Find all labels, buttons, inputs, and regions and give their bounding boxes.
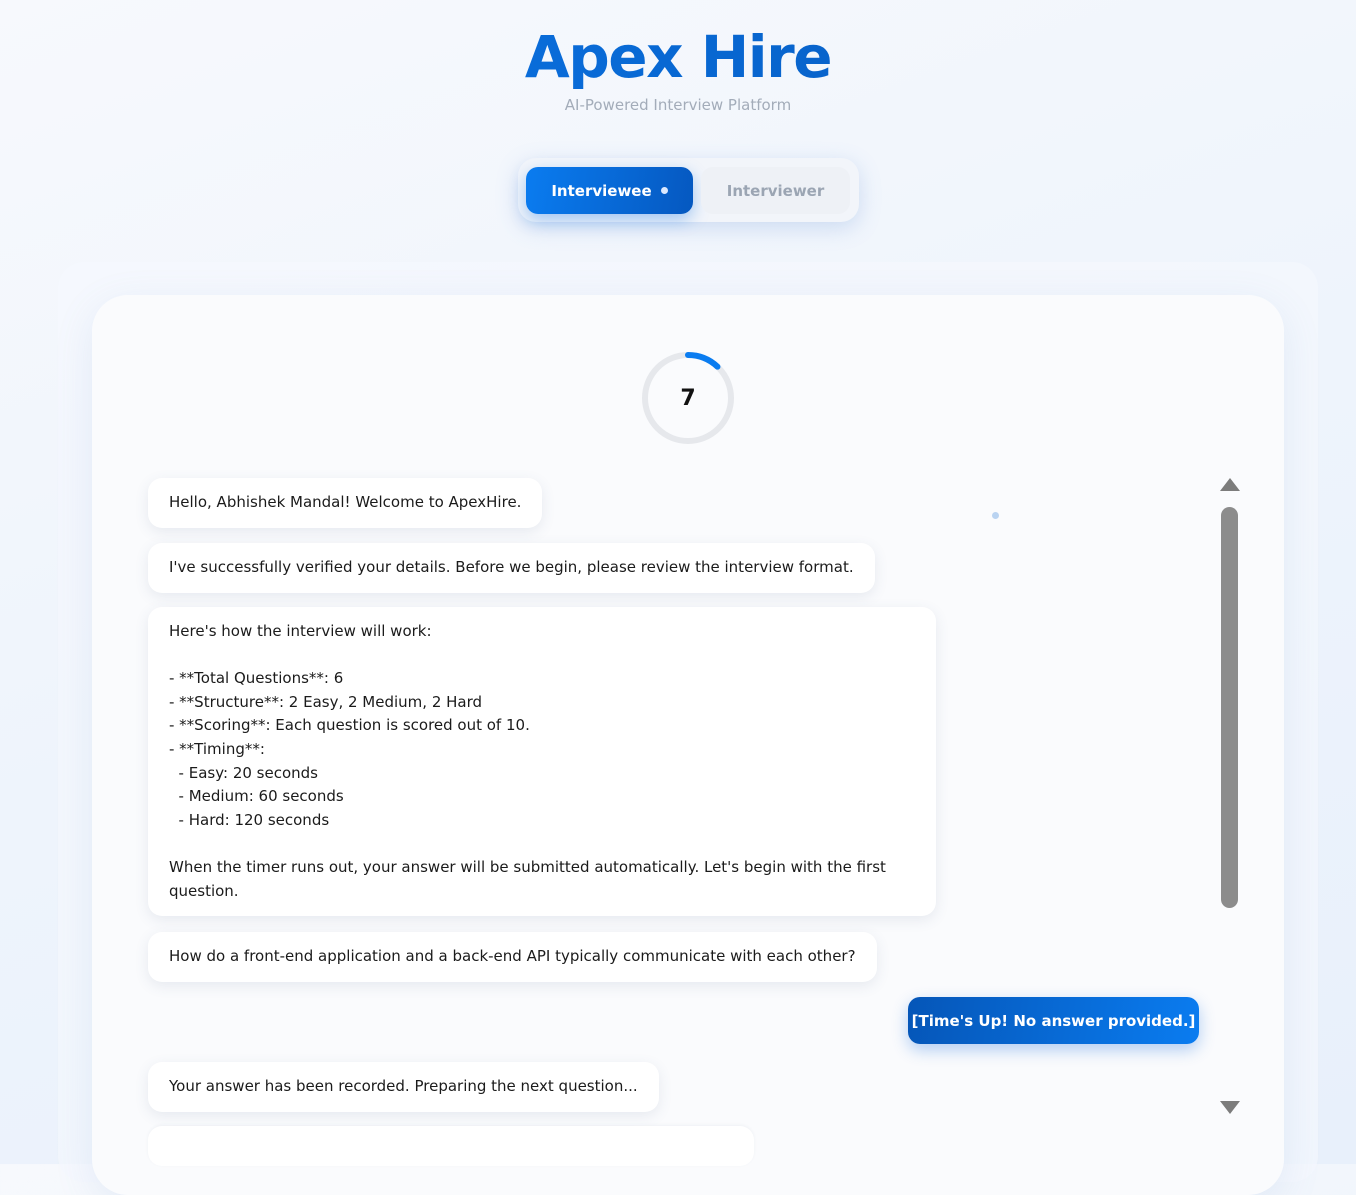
- app-title: Apex Hire: [0, 22, 1356, 92]
- role-toggle: Interviewee Interviewer: [518, 158, 859, 222]
- countdown-timer: 7: [640, 350, 736, 446]
- chat-scrollbar[interactable]: [1214, 466, 1245, 1126]
- typing-indicator-icon: [992, 512, 999, 519]
- scroll-thumb[interactable]: [1221, 507, 1238, 908]
- tab-interviewee-label: Interviewee: [551, 181, 652, 200]
- bot-message: Your answer has been recorded. Preparing…: [148, 1062, 659, 1112]
- bot-message: I've successfully verified your details.…: [148, 543, 875, 593]
- app-tagline: AI-Powered Interview Platform: [564, 96, 792, 114]
- scroll-up-arrow-icon[interactable]: [1220, 478, 1240, 491]
- tab-interviewee[interactable]: Interviewee: [526, 167, 693, 214]
- bot-message-format: Here's how the interview will work: - **…: [148, 607, 936, 917]
- tab-interviewer[interactable]: Interviewer: [701, 167, 850, 214]
- timer-value: 7: [680, 385, 696, 411]
- active-indicator-icon: [660, 187, 668, 194]
- user-message: [Time's Up! No answer provided.]: [908, 997, 1199, 1044]
- bot-message-question: How do a front-end application and a bac…: [148, 932, 877, 982]
- app-header: Apex Hire AI-Powered Interview Platform: [0, 22, 1356, 114]
- bot-message: Hello, Abhishek Mandal! Welcome to ApexH…: [148, 478, 543, 528]
- scroll-down-arrow-icon[interactable]: [1220, 1101, 1240, 1114]
- tab-interviewer-label: Interviewer: [726, 181, 825, 200]
- bot-message-partial: [148, 1126, 754, 1166]
